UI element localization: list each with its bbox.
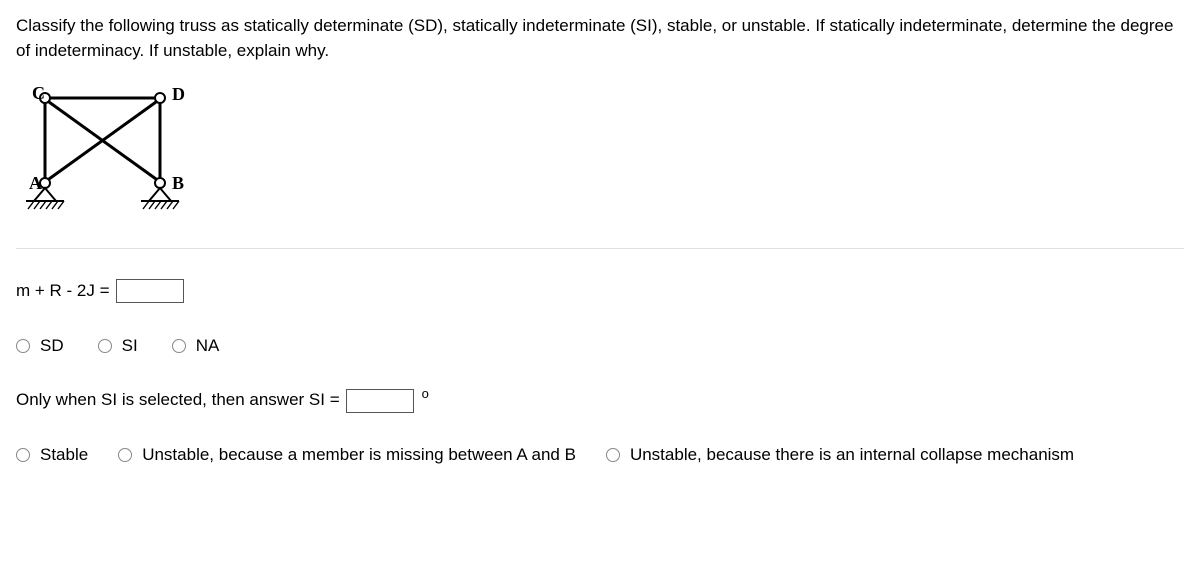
- radio-label: NA: [196, 334, 220, 359]
- radio-label: SD: [40, 334, 64, 359]
- equation-row: m + R - 2J =: [16, 279, 1184, 304]
- radio-si[interactable]: [98, 339, 112, 353]
- opt-sd[interactable]: SD: [16, 334, 64, 359]
- determinacy-group: SD SI NA: [16, 334, 1184, 359]
- radio-label: Unstable, because a member is missing be…: [142, 443, 576, 468]
- radio-label: Stable: [40, 443, 88, 468]
- si-followup-label: Only when SI is selected, then answer SI…: [16, 388, 340, 413]
- label-a: A: [29, 173, 42, 193]
- radio-sd[interactable]: [16, 339, 30, 353]
- divider: [16, 248, 1184, 249]
- radio-unstable-collapse[interactable]: [606, 448, 620, 462]
- degree-symbol: o: [422, 385, 429, 404]
- label-d: D: [172, 84, 185, 104]
- radio-stable[interactable]: [16, 448, 30, 462]
- si-degree-input[interactable]: [346, 389, 414, 413]
- equation-input[interactable]: [116, 279, 184, 303]
- si-followup-row: Only when SI is selected, then answer SI…: [16, 388, 1184, 413]
- stability-group: Stable Unstable, because a member is mis…: [16, 443, 1184, 468]
- truss-figure: C D A B: [20, 83, 1184, 226]
- opt-stable[interactable]: Stable: [16, 443, 88, 468]
- opt-na[interactable]: NA: [172, 334, 220, 359]
- label-c: C: [32, 83, 45, 103]
- radio-label: Unstable, because there is an internal c…: [630, 443, 1074, 468]
- opt-si[interactable]: SI: [98, 334, 138, 359]
- question-text: Classify the following truss as statical…: [16, 14, 1184, 63]
- label-b: B: [172, 173, 184, 193]
- radio-unstable-member[interactable]: [118, 448, 132, 462]
- equation-label: m + R - 2J =: [16, 279, 110, 304]
- opt-unstable-member[interactable]: Unstable, because a member is missing be…: [118, 443, 576, 468]
- radio-na[interactable]: [172, 339, 186, 353]
- opt-unstable-collapse[interactable]: Unstable, because there is an internal c…: [606, 443, 1074, 468]
- radio-label: SI: [122, 334, 138, 359]
